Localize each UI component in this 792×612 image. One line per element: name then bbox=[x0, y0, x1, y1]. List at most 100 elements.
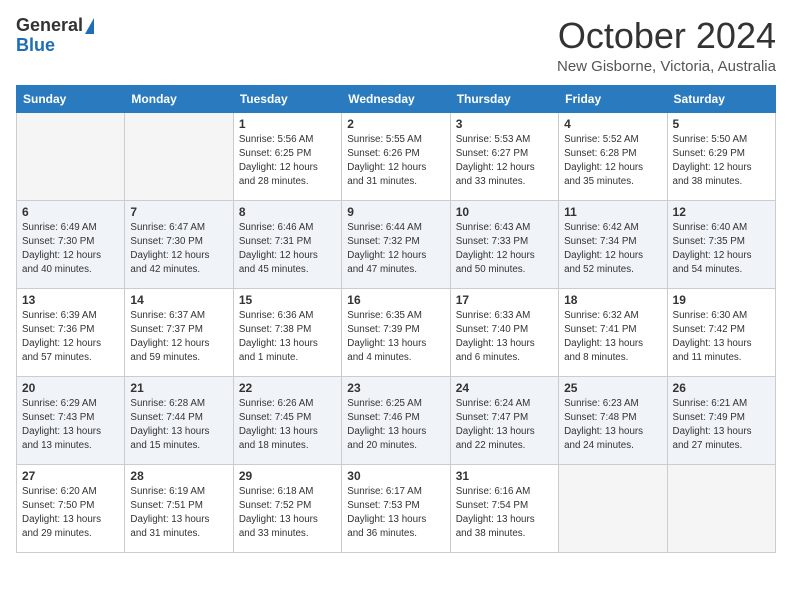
calendar-cell: 29 Sunrise: 6:18 AM Sunset: 7:52 PM Dayli… bbox=[233, 464, 341, 552]
day-info: Sunrise: 6:49 AM Sunset: 7:30 PM Dayligh… bbox=[22, 221, 119, 278]
calendar-cell: 18 Sunrise: 6:32 AM Sunset: 7:41 PM Dayli… bbox=[559, 288, 667, 376]
calendar-cell: 3 Sunrise: 5:53 AM Sunset: 6:27 PM Daylig… bbox=[450, 112, 558, 200]
calendar-header-row: SundayMondayTuesdayWednesdayThursdayFrid… bbox=[17, 85, 776, 112]
calendar-header-saturday: Saturday bbox=[667, 85, 775, 112]
day-info: Sunrise: 6:35 AM Sunset: 7:39 PM Dayligh… bbox=[347, 309, 444, 366]
calendar-cell bbox=[667, 464, 775, 552]
day-number: 8 bbox=[239, 205, 336, 219]
day-number: 1 bbox=[239, 117, 336, 131]
day-info: Sunrise: 6:21 AM Sunset: 7:49 PM Dayligh… bbox=[673, 397, 770, 454]
day-number: 20 bbox=[22, 381, 119, 395]
month-title: October 2024 bbox=[557, 16, 776, 56]
day-number: 27 bbox=[22, 469, 119, 483]
day-info: Sunrise: 6:23 AM Sunset: 7:48 PM Dayligh… bbox=[564, 397, 661, 454]
calendar-cell: 8 Sunrise: 6:46 AM Sunset: 7:31 PM Daylig… bbox=[233, 200, 341, 288]
day-info: Sunrise: 6:39 AM Sunset: 7:36 PM Dayligh… bbox=[22, 309, 119, 366]
day-number: 9 bbox=[347, 205, 444, 219]
calendar-cell: 2 Sunrise: 5:55 AM Sunset: 6:26 PM Daylig… bbox=[342, 112, 450, 200]
day-info: Sunrise: 6:33 AM Sunset: 7:40 PM Dayligh… bbox=[456, 309, 553, 366]
logo-blue-text: Blue bbox=[16, 36, 55, 56]
day-info: Sunrise: 6:20 AM Sunset: 7:50 PM Dayligh… bbox=[22, 485, 119, 542]
calendar-cell: 4 Sunrise: 5:52 AM Sunset: 6:28 PM Daylig… bbox=[559, 112, 667, 200]
day-info: Sunrise: 5:50 AM Sunset: 6:29 PM Dayligh… bbox=[673, 133, 770, 190]
calendar-cell: 14 Sunrise: 6:37 AM Sunset: 7:37 PM Dayli… bbox=[125, 288, 233, 376]
day-info: Sunrise: 6:28 AM Sunset: 7:44 PM Dayligh… bbox=[130, 397, 227, 454]
day-number: 13 bbox=[22, 293, 119, 307]
calendar-cell bbox=[17, 112, 125, 200]
calendar-week-row: 6 Sunrise: 6:49 AM Sunset: 7:30 PM Daylig… bbox=[17, 200, 776, 288]
day-info: Sunrise: 5:53 AM Sunset: 6:27 PM Dayligh… bbox=[456, 133, 553, 190]
day-info: Sunrise: 5:56 AM Sunset: 6:25 PM Dayligh… bbox=[239, 133, 336, 190]
calendar-cell: 1 Sunrise: 5:56 AM Sunset: 6:25 PM Daylig… bbox=[233, 112, 341, 200]
day-number: 7 bbox=[130, 205, 227, 219]
calendar-cell bbox=[125, 112, 233, 200]
day-number: 11 bbox=[564, 205, 661, 219]
calendar-cell: 20Sunrise: 6:29 AM Sunset: 7:43 PM Dayli… bbox=[17, 376, 125, 464]
day-info: Sunrise: 5:55 AM Sunset: 6:26 PM Dayligh… bbox=[347, 133, 444, 190]
calendar-week-row: 20Sunrise: 6:29 AM Sunset: 7:43 PM Dayli… bbox=[17, 376, 776, 464]
day-number: 31 bbox=[456, 469, 553, 483]
day-info: Sunrise: 6:37 AM Sunset: 7:37 PM Dayligh… bbox=[130, 309, 227, 366]
calendar-cell: 7Sunrise: 6:47 AM Sunset: 7:30 PM Daylig… bbox=[125, 200, 233, 288]
calendar-cell: 22 Sunrise: 6:26 AM Sunset: 7:45 PM Dayli… bbox=[233, 376, 341, 464]
logo: General Blue bbox=[16, 16, 94, 56]
day-number: 6 bbox=[22, 205, 119, 219]
day-info: Sunrise: 6:17 AM Sunset: 7:53 PM Dayligh… bbox=[347, 485, 444, 542]
calendar-header-sunday: Sunday bbox=[17, 85, 125, 112]
day-number: 22 bbox=[239, 381, 336, 395]
day-number: 4 bbox=[564, 117, 661, 131]
day-info: Sunrise: 6:36 AM Sunset: 7:38 PM Dayligh… bbox=[239, 309, 336, 366]
day-number: 19 bbox=[673, 293, 770, 307]
day-number: 29 bbox=[239, 469, 336, 483]
day-info: Sunrise: 6:25 AM Sunset: 7:46 PM Dayligh… bbox=[347, 397, 444, 454]
day-info: Sunrise: 6:32 AM Sunset: 7:41 PM Dayligh… bbox=[564, 309, 661, 366]
calendar-cell: 15 Sunrise: 6:36 AM Sunset: 7:38 PM Dayli… bbox=[233, 288, 341, 376]
day-number: 3 bbox=[456, 117, 553, 131]
calendar-cell: 30 Sunrise: 6:17 AM Sunset: 7:53 PM Dayli… bbox=[342, 464, 450, 552]
calendar-table: SundayMondayTuesdayWednesdayThursdayFrid… bbox=[16, 85, 776, 553]
logo-triangle-icon bbox=[85, 18, 94, 34]
day-info: Sunrise: 6:24 AM Sunset: 7:47 PM Dayligh… bbox=[456, 397, 553, 454]
calendar-cell: 9Sunrise: 6:44 AM Sunset: 7:32 PM Daylig… bbox=[342, 200, 450, 288]
day-number: 30 bbox=[347, 469, 444, 483]
calendar-cell: 23 Sunrise: 6:25 AM Sunset: 7:46 PM Dayli… bbox=[342, 376, 450, 464]
day-number: 26 bbox=[673, 381, 770, 395]
day-number: 17 bbox=[456, 293, 553, 307]
calendar-cell: 10Sunrise: 6:43 AM Sunset: 7:33 PM Dayli… bbox=[450, 200, 558, 288]
day-info: Sunrise: 6:43 AM Sunset: 7:33 PM Dayligh… bbox=[456, 221, 553, 278]
calendar-cell: 27 Sunrise: 6:20 AM Sunset: 7:50 PM Dayli… bbox=[17, 464, 125, 552]
day-info: Sunrise: 5:52 AM Sunset: 6:28 PM Dayligh… bbox=[564, 133, 661, 190]
calendar-header-wednesday: Wednesday bbox=[342, 85, 450, 112]
calendar-cell: 6 Sunrise: 6:49 AM Sunset: 7:30 PM Daylig… bbox=[17, 200, 125, 288]
day-number: 18 bbox=[564, 293, 661, 307]
calendar-cell: 11Sunrise: 6:42 AM Sunset: 7:34 PM Dayli… bbox=[559, 200, 667, 288]
calendar-cell: 28 Sunrise: 6:19 AM Sunset: 7:51 PM Dayli… bbox=[125, 464, 233, 552]
day-number: 25 bbox=[564, 381, 661, 395]
day-info: Sunrise: 6:19 AM Sunset: 7:51 PM Dayligh… bbox=[130, 485, 227, 542]
calendar-header-thursday: Thursday bbox=[450, 85, 558, 112]
calendar-cell: 16 Sunrise: 6:35 AM Sunset: 7:39 PM Dayli… bbox=[342, 288, 450, 376]
day-number: 2 bbox=[347, 117, 444, 131]
calendar-header-tuesday: Tuesday bbox=[233, 85, 341, 112]
calendar-week-row: 1 Sunrise: 5:56 AM Sunset: 6:25 PM Daylig… bbox=[17, 112, 776, 200]
day-number: 14 bbox=[130, 293, 227, 307]
day-number: 28 bbox=[130, 469, 227, 483]
page: General Blue October 2024 New Gisborne, … bbox=[0, 0, 792, 565]
day-info: Sunrise: 6:18 AM Sunset: 7:52 PM Dayligh… bbox=[239, 485, 336, 542]
day-number: 15 bbox=[239, 293, 336, 307]
location-title: New Gisborne, Victoria, Australia bbox=[557, 58, 776, 75]
day-number: 16 bbox=[347, 293, 444, 307]
calendar-cell: 5Sunrise: 5:50 AM Sunset: 6:29 PM Daylig… bbox=[667, 112, 775, 200]
day-number: 12 bbox=[673, 205, 770, 219]
calendar-cell: 26 Sunrise: 6:21 AM Sunset: 7:49 PM Dayli… bbox=[667, 376, 775, 464]
day-info: Sunrise: 6:26 AM Sunset: 7:45 PM Dayligh… bbox=[239, 397, 336, 454]
calendar-header-friday: Friday bbox=[559, 85, 667, 112]
calendar-header-monday: Monday bbox=[125, 85, 233, 112]
day-info: Sunrise: 6:46 AM Sunset: 7:31 PM Dayligh… bbox=[239, 221, 336, 278]
calendar-cell: 31Sunrise: 6:16 AM Sunset: 7:54 PM Dayli… bbox=[450, 464, 558, 552]
calendar-cell: 13 Sunrise: 6:39 AM Sunset: 7:36 PM Dayli… bbox=[17, 288, 125, 376]
calendar-week-row: 13 Sunrise: 6:39 AM Sunset: 7:36 PM Dayli… bbox=[17, 288, 776, 376]
calendar-cell bbox=[559, 464, 667, 552]
day-number: 23 bbox=[347, 381, 444, 395]
logo-general-text: General bbox=[16, 16, 83, 36]
